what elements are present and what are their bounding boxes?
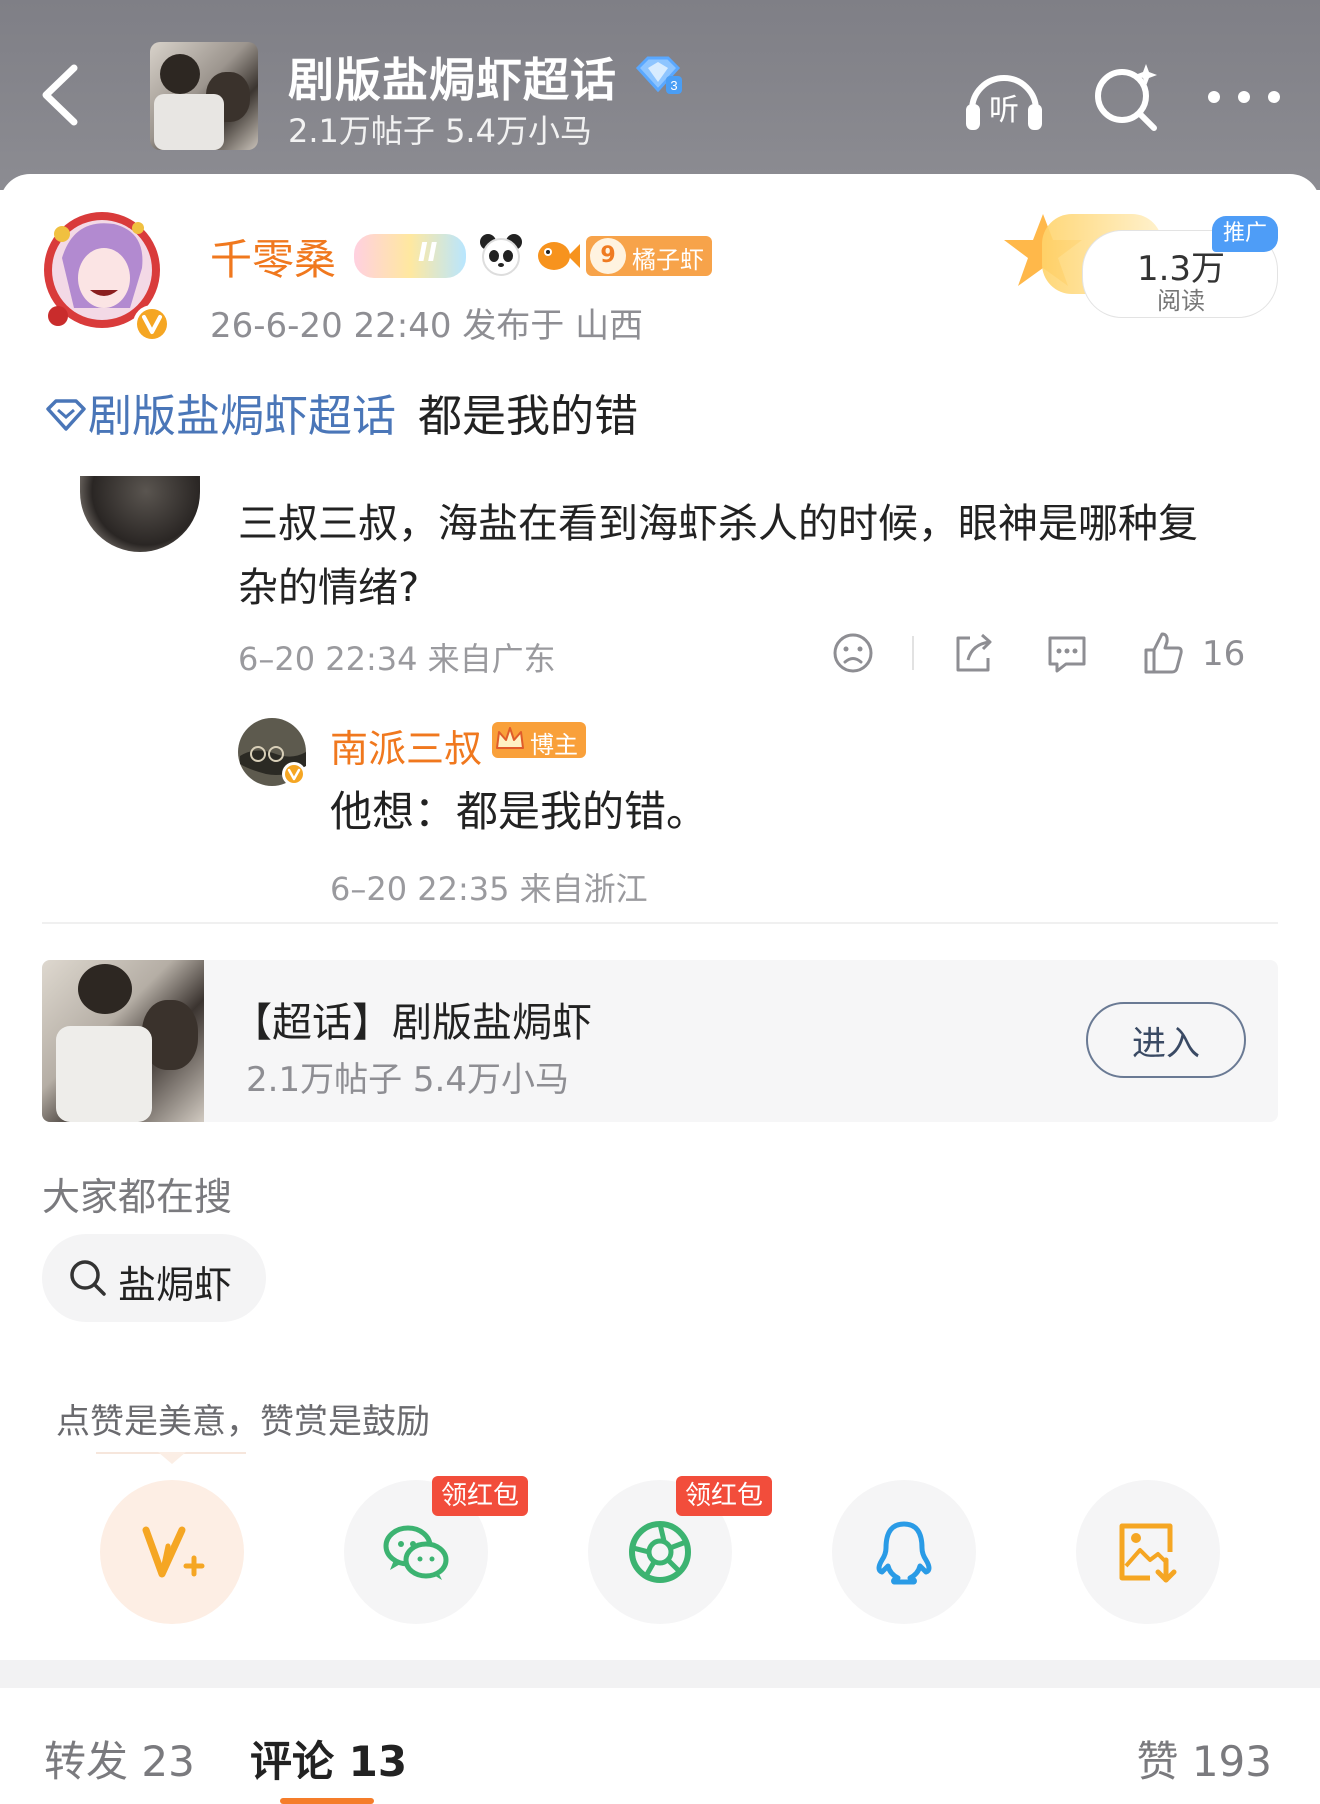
post-body: 都是我的错 [418, 391, 638, 442]
svg-text:3: 3 [670, 78, 677, 93]
search-icon[interactable] [1090, 62, 1162, 134]
comment-icon[interactable] [1044, 630, 1090, 676]
hot-search-label: 大家都在搜 [42, 1175, 233, 1219]
reply-author-name[interactable]: 南派三叔 [330, 718, 482, 773]
hot-search-query: 盐焗虾 [118, 1263, 233, 1307]
sad-face-icon[interactable] [830, 630, 876, 676]
thumbs-up-icon[interactable] [1140, 630, 1186, 676]
red-packet-tag: 领红包 [432, 1476, 528, 1516]
share-qq-button[interactable] [832, 1480, 976, 1624]
reply-meta: 6–20 22:35 来自浙江 [330, 870, 648, 908]
fan-badge-level: 9 [590, 238, 626, 274]
weibo-v-plus-icon [142, 1526, 205, 1578]
share-icon[interactable] [950, 630, 996, 676]
more-icon[interactable] [1206, 80, 1282, 114]
page-title: 剧版盐焗虾超话 [288, 53, 617, 107]
top-bar: 剧版盐焗虾超话 3 2.1万帖子 5.4万小马 听 [0, 0, 1320, 190]
wechat-icon [383, 1525, 449, 1580]
tip-text: 点赞是美意，赞赏是鼓励 [56, 1402, 430, 1442]
action-divider [912, 636, 914, 670]
listen-icon[interactable]: 听 [962, 60, 1046, 134]
blogger-badge: 博主 [492, 722, 586, 759]
supertopic-card-stats: 2.1万帖子 5.4万小马 [246, 1060, 569, 1100]
listen-label: 听 [989, 93, 1019, 128]
page-subtitle: 2.1万帖子 5.4万小马 [288, 112, 592, 150]
goldfish-badge-icon[interactable] [532, 236, 580, 276]
read-count-label: 阅读 [1157, 287, 1205, 315]
post-text: 剧版盐焗虾超话 都是我的错 [44, 380, 638, 444]
back-arrow-icon[interactable] [34, 60, 94, 130]
active-tab-indicator [280, 1798, 374, 1804]
promo-tag: 推广 [1212, 216, 1278, 252]
divider [42, 922, 1278, 924]
author-avatar[interactable] [34, 198, 176, 348]
qq-penguin-icon [876, 1521, 932, 1585]
blogger-badge-label: 博主 [530, 731, 578, 759]
diamond-badge-icon: 3 [635, 56, 682, 94]
save-image-icon [1119, 1523, 1177, 1583]
tab-comment[interactable]: 评论 13 [250, 1728, 407, 1789]
supertopic-cover-image[interactable] [150, 42, 258, 150]
interaction-tabs: 转发 23 评论 13 赞 193 [0, 1688, 1320, 1804]
red-packet-tag: 领红包 [676, 1476, 772, 1516]
supertopic-card-title: 【超话】剧版盐焗虾 [232, 1000, 592, 1046]
reward-button[interactable] [100, 1480, 244, 1624]
like-count: 16 [1202, 634, 1246, 674]
fan-badge[interactable]: 9 橘子虾 [586, 236, 712, 276]
author-name[interactable]: 千零桑 [210, 226, 336, 287]
panda-badge-icon[interactable] [478, 232, 524, 278]
level-badge-label: II [418, 238, 438, 268]
hot-search-chip[interactable]: 盐焗虾 [42, 1234, 266, 1322]
supertopic-card-image [42, 960, 204, 1122]
tip-caret [158, 1452, 186, 1464]
tab-repost[interactable]: 转发 23 [44, 1728, 195, 1789]
tab-like[interactable]: 赞 193 [1136, 1728, 1272, 1789]
supertopic-card[interactable]: 【超话】剧版盐焗虾 2.1万帖子 5.4万小马 进入 [42, 960, 1278, 1122]
enter-button[interactable]: 进入 [1086, 1002, 1246, 1078]
save-image-button[interactable] [1076, 1480, 1220, 1624]
section-gap [0, 1660, 1320, 1688]
search-icon [70, 1260, 106, 1296]
post-meta: 26-6-20 22:40 发布于 山西 [210, 306, 644, 346]
level-badge[interactable]: II [354, 234, 466, 278]
moments-aperture-icon [629, 1521, 691, 1583]
fan-badge-label: 橘子虾 [632, 246, 704, 274]
quoted-comment-text: 三叔三叔，海盐在看到海虾杀人的时候，眼神是哪种复杂的情绪? [238, 501, 1198, 611]
supertopic-diamond-icon [46, 399, 86, 431]
reply-text: 他想：都是我的错。 [330, 787, 709, 836]
promo-read-count[interactable]: 1.3万 阅读 推广 [1002, 204, 1292, 324]
quoted-comment-meta: 6–20 22:34 来自广东 [238, 640, 556, 678]
crown-icon [496, 727, 524, 749]
supertopic-link[interactable]: 剧版盐焗虾超话 [88, 391, 396, 442]
reply-author-avatar[interactable] [236, 716, 308, 788]
